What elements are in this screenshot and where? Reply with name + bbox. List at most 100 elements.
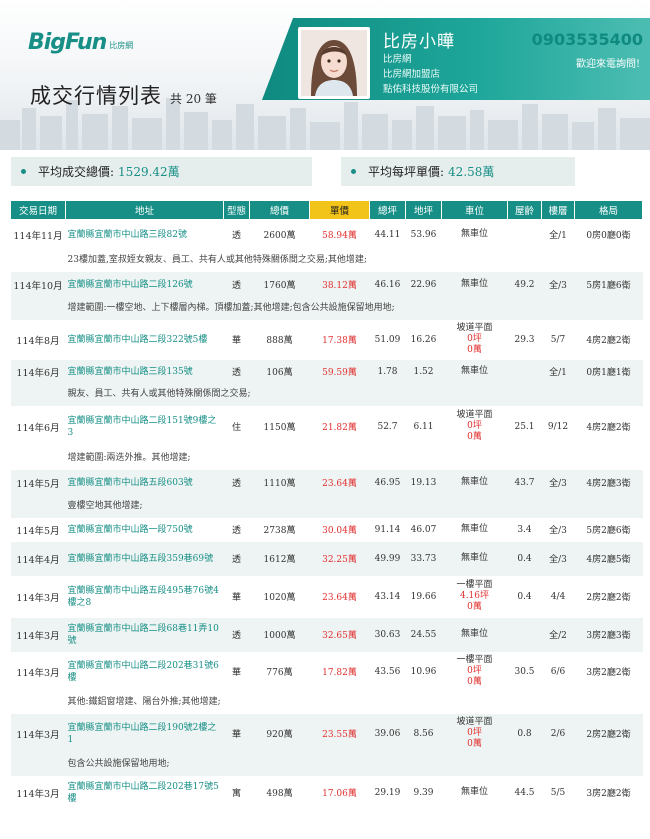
row-address[interactable]: 宜蘭縣宜蘭市中山路二段202巷31號6樓 [66,652,224,692]
title-block: 成交行情列表 共 20 筆 [30,80,217,110]
row-parking: 一樓平面 0坪 0萬 [442,652,508,692]
row-address[interactable]: 宜蘭縣宜蘭市中山路三段135號 [65,359,224,384]
parking-line: 無車位 [460,366,488,376]
row-total-area: 51.09 [374,334,401,345]
row-date: 114年3月 [16,788,60,800]
row-date: 114年6月 [10,359,66,384]
agent-avatar [298,27,370,99]
col-land-area[interactable]: 地坪 [405,200,442,220]
col-parking[interactable]: 車位 [441,200,508,220]
col-layout[interactable]: 格局 [574,200,643,220]
row-floor: 全/1 [541,359,575,384]
row-floor: 全/3 [549,526,567,536]
agent-name: 比房小曄 [383,32,455,52]
parking-line: 0萬 [467,739,482,749]
col-unit-price[interactable]: 單價 [309,200,370,220]
table-row-note: 親友、員工、共有人或其他特殊關係間之交易; [10,383,643,406]
row-unit-price: 23.64萬 [309,469,370,496]
row-land-area: 16.26 [410,334,437,345]
row-type: 透 [223,359,250,384]
row-address[interactable]: 宜蘭縣宜蘭市中山路二段202巷17號5樓 [66,776,224,810]
row-address[interactable]: 宜蘭縣宜蘭市中山路五段359巷69號 [65,541,224,576]
col-total-area[interactable]: 總坪 [369,200,406,220]
row-age [508,220,542,250]
col-type[interactable]: 型態 [223,200,250,220]
row-floor: 全/1 [549,231,567,242]
row-address[interactable]: 宜蘭縣宜蘭市中山路二段190號2樓之1 [65,713,224,754]
table-row-note: 增建範圍:一樓空地、上下樓層內梯。頂樓加蓋;其他增建;包含公共設施保留地用地; [10,297,643,320]
table-row: 114年11月 宜蘭縣宜蘭市中山路三段82號透 2600萬 58.94萬 44.11 53… [11,220,643,250]
row-type: 寓 [231,789,241,799]
row-unit-price: 38.12萬 [309,271,370,298]
row-layout: 2房2廳2衛 [574,713,643,754]
row-floor: 4/4 [550,591,566,602]
row-floor: 2/6 [541,713,575,754]
row-parking: 無車位 [442,776,508,810]
row-date: 114年8月 [16,335,60,347]
row-layout: 0房1廳1衛 [574,359,643,384]
row-age: 0.4 [517,591,532,602]
row-parking: 坡道平面 0坪 0萬 [442,406,508,448]
parking-line: 無車位 [460,229,488,240]
col-address[interactable]: 地址 [65,200,224,220]
row-type: 透 [223,541,250,576]
row-address[interactable]: 宜蘭縣宜蘭市中山路一段750號 [66,518,224,542]
col-date[interactable]: 交易日期 [10,200,66,220]
col-total-price[interactable]: 總價 [249,200,310,220]
table-row: 114年6月 宜蘭縣宜蘭市中山路二段151號9樓之3 住 1150萬 21.82萬 52.… [11,406,643,448]
row-age: 43.7 [507,469,542,496]
row-unit-price: 30.04萬 [322,526,357,536]
row-layout: 5房2廳6衛 [586,526,631,536]
col-age[interactable]: 屋齡 [507,200,542,220]
row-type: 透 [231,231,241,242]
row-address[interactable]: 宜蘭縣宜蘭市中山路二段68巷11弄10號 [65,617,224,652]
row-address[interactable]: 宜蘭縣宜蘭市中山路五段495巷76號4樓之8 [66,576,224,618]
row-date: 114年10月 [10,271,66,298]
row-type: 透 [231,526,241,536]
row-age: 0.8 [507,713,542,754]
table-row: 114年10月 宜蘭縣宜蘭市中山路二段126號透 1760萬 38.12萬 46.16 2… [10,271,643,298]
row-land-area: 1.52 [405,359,442,384]
parking-line: 0萬 [467,345,482,355]
row-address[interactable]: 宜蘭縣宜蘭市中山路二段151號9樓之3 [66,406,224,448]
row-type: 住 [231,423,241,433]
agent-phone-link[interactable]: 0903535400 [532,30,643,49]
row-total-area: 43.14 [374,591,401,602]
row-total-price: 2600萬 [263,231,296,242]
row-address[interactable]: 宜蘭縣宜蘭市中山路二段126號 [65,271,224,298]
agent-portrait-icon [301,30,367,96]
row-address[interactable]: 宜蘭縣宜蘭市中山路二段322號5樓 [66,320,224,360]
table-body: 114年11月 宜蘭縣宜蘭市中山路三段82號透 2600萬 58.94萬 44.11 53… [10,220,643,810]
row-total-price: 498萬 [266,789,293,799]
parking-line: 無車位 [460,629,488,639]
parking-line: 4.16坪 [459,591,490,601]
row-land-area: 8.56 [405,713,442,754]
row-parking: 坡道平面 0坪 0萬 [441,713,508,754]
row-floor: 全/3 [541,541,575,576]
row-unit-price: 58.94萬 [322,231,357,242]
parking-line: 0萬 [467,432,482,442]
row-date: 114年3月 [16,667,60,679]
row-address[interactable]: 宜蘭縣宜蘭市中山路三段82號 [66,220,224,250]
table-row-note: 壹樓空地其他增建; [10,495,643,518]
row-total-price: 888萬 [266,336,293,346]
table-row-note: 包含公共設施保留地用地; [10,753,643,776]
row-total-area: 29.19 [374,787,401,798]
parking-line: 一樓平面 [456,580,493,590]
row-land-area: 53.96 [410,229,437,240]
row-total-area: 1.78 [369,359,406,384]
row-date: 114年3月 [10,617,66,652]
row-total-price: 1612萬 [249,541,310,576]
row-land-area: 10.96 [410,666,437,677]
row-date: 114年11月 [13,230,63,242]
row-floor: 5/5 [550,787,566,798]
col-floor[interactable]: 樓層 [541,200,575,220]
brand-logo[interactable]: BigFun 比房網 [28,30,133,55]
row-note: 增建範圍:一樓空地、上下樓層內梯。頂樓加蓋;其他增建;包含公共設施保留地用地; [65,297,643,320]
row-address[interactable]: 宜蘭縣宜蘭市中山路五段603號 [65,469,224,496]
row-unit-price: 23.55萬 [309,713,370,754]
row-type: 華 [231,336,241,346]
logo-text: BigFun [28,30,107,55]
row-layout: 0房0廳0衛 [586,231,631,242]
bullet-icon [351,169,356,174]
